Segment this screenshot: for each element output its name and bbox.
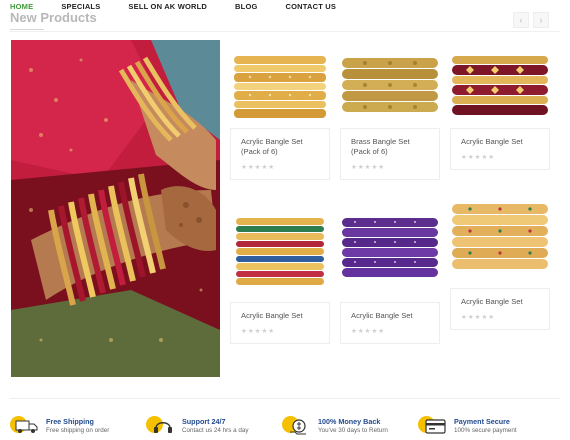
product-name[interactable]: Acrylic Bangle Set xyxy=(351,311,431,321)
feature-subtitle: Free shipping on order xyxy=(46,427,110,434)
product-card[interactable]: Acrylic Bangle Set ★★★★★ xyxy=(340,214,440,344)
bride-bangles-illustration xyxy=(11,40,220,377)
title-underline xyxy=(10,29,44,30)
product-image[interactable] xyxy=(340,214,440,292)
carousel-prev-button[interactable]: ‹ xyxy=(513,12,529,28)
product-card[interactable]: Acrylic Bangle Set ★★★★★ xyxy=(450,50,550,170)
rating-stars: ★★★★★ xyxy=(461,154,496,161)
header-divider xyxy=(10,31,560,32)
nav-contact-us[interactable]: CONTACT US xyxy=(286,0,337,14)
feature-free-shipping: Free Shipping Free shipping on order xyxy=(10,414,109,438)
product-info: Acrylic Bangle Set ★★★★★ xyxy=(230,302,330,344)
rating-stars: ★★★★★ xyxy=(241,328,276,335)
feature-title: Free Shipping xyxy=(46,417,94,426)
feature-payment-secure: Payment Secure 100% secure payment xyxy=(418,414,517,438)
product-card[interactable]: Acrylic Bangle Set ★★★★★ xyxy=(450,200,550,330)
product-name[interactable]: Acrylic Bangle Set (Pack of 6) xyxy=(241,137,321,157)
product-name[interactable]: Brass Bangle Set (Pack of 6) xyxy=(351,137,431,157)
product-card[interactable]: Acrylic Bangle Set ★★★★★ xyxy=(230,214,330,344)
truck-icon xyxy=(10,414,40,438)
feature-title: 100% Money Back xyxy=(318,417,381,426)
product-image[interactable] xyxy=(230,214,330,292)
product-info: Brass Bangle Set (Pack of 6) ★★★★★ xyxy=(340,128,440,180)
money-back-icon xyxy=(282,414,312,438)
footer-divider xyxy=(10,398,560,399)
nav-blog[interactable]: BLOG xyxy=(235,0,257,14)
product-name[interactable]: Acrylic Bangle Set xyxy=(241,311,321,321)
product-info: Acrylic Bangle Set ★★★★★ xyxy=(450,288,550,330)
feature-subtitle: You've 30 days to Return xyxy=(318,427,388,434)
product-image[interactable] xyxy=(450,200,550,278)
feature-support: Support 24/7 Contact us 24 hrs a day xyxy=(146,414,249,438)
credit-card-icon xyxy=(418,414,448,438)
headset-icon xyxy=(146,414,176,438)
product-name[interactable]: Acrylic Bangle Set xyxy=(461,297,541,307)
product-image[interactable] xyxy=(450,50,550,128)
rating-stars: ★★★★★ xyxy=(351,328,386,335)
product-card[interactable]: Acrylic Bangle Set (Pack of 6) ★★★★★ xyxy=(230,50,330,180)
rating-stars: ★★★★★ xyxy=(241,164,276,171)
feature-title: Payment Secure xyxy=(454,417,510,426)
product-name[interactable]: Acrylic Bangle Set xyxy=(461,137,541,147)
product-image[interactable] xyxy=(230,50,330,128)
rating-stars: ★★★★★ xyxy=(351,164,386,171)
feature-money-back: 100% Money Back You've 30 days to Return xyxy=(282,414,388,438)
section-title: New Products xyxy=(10,10,97,25)
feature-subtitle: 100% secure payment xyxy=(454,427,517,434)
feature-subtitle: Contact us 24 hrs a day xyxy=(182,427,249,434)
rating-stars: ★★★★★ xyxy=(461,314,496,321)
product-card[interactable]: Brass Bangle Set (Pack of 6) ★★★★★ xyxy=(340,50,440,180)
product-info: Acrylic Bangle Set ★★★★★ xyxy=(340,302,440,344)
product-info: Acrylic Bangle Set (Pack of 6) ★★★★★ xyxy=(230,128,330,180)
feature-title: Support 24/7 xyxy=(182,417,226,426)
product-image[interactable] xyxy=(340,50,440,128)
hero-banner-image[interactable] xyxy=(11,40,220,377)
nav-sell-on-ak-world[interactable]: SELL ON AK WORLD xyxy=(128,0,207,14)
product-info: Acrylic Bangle Set ★★★★★ xyxy=(450,128,550,170)
carousel-next-button[interactable]: › xyxy=(533,12,549,28)
